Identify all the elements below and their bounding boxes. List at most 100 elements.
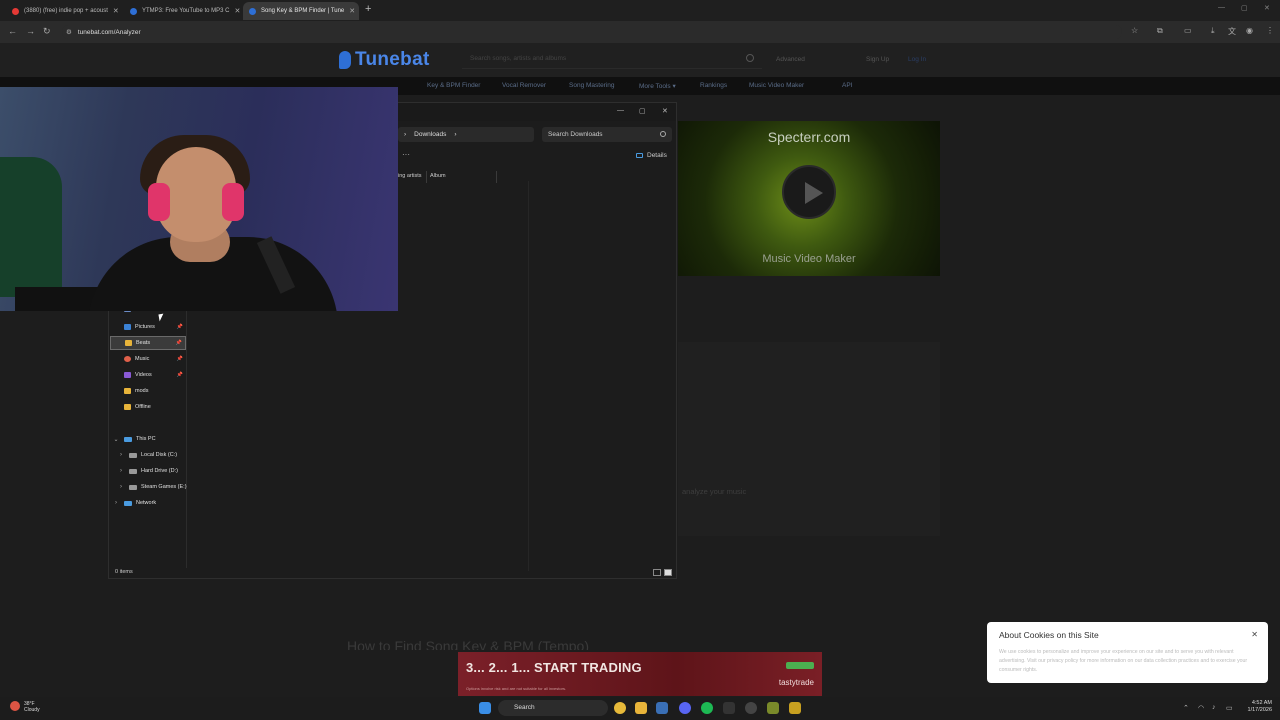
- column-divider[interactable]: [426, 171, 427, 183]
- nav-api[interactable]: API: [842, 82, 852, 89]
- extensions-icon[interactable]: ⧉: [1157, 26, 1163, 36]
- reload-icon[interactable]: ↻: [43, 26, 51, 37]
- sign-up-link[interactable]: Sign Up: [866, 56, 889, 63]
- close-tab-icon[interactable]: ✕: [113, 7, 119, 15]
- nav-vocal-remover[interactable]: Vocal Remover: [502, 82, 546, 89]
- play-icon[interactable]: [782, 165, 836, 219]
- translate-icon[interactable]: 文: [1228, 26, 1236, 37]
- site-info-icon[interactable]: ⚙: [66, 28, 72, 36]
- menu-icon[interactable]: ⋮: [1266, 26, 1274, 35]
- breadcrumb-chevron-icon[interactable]: ›: [454, 131, 456, 138]
- tastytrade-ad[interactable]: 3... 2... 1... START TRADING Options inv…: [458, 652, 822, 696]
- chevron-right-icon[interactable]: ›: [117, 484, 125, 490]
- sidebar-item-beats[interactable]: Beats 📌: [110, 336, 186, 350]
- chevron-down-icon[interactable]: ⌄: [112, 436, 120, 443]
- ad-headline: 3... 2... 1... START TRADING: [466, 660, 642, 675]
- chrome-icon[interactable]: [614, 702, 626, 714]
- maximize-window-icon[interactable]: ▢: [1241, 4, 1248, 12]
- sidebar-item-label: Network: [136, 500, 157, 506]
- battery-icon[interactable]: ▭: [1226, 704, 1233, 712]
- chevron-right-icon[interactable]: ›: [117, 468, 125, 474]
- sidebar-item-steam-games-e[interactable]: › Steam Games (E:): [117, 480, 195, 494]
- app-icon[interactable]: [767, 702, 779, 714]
- tiles-view-icon[interactable]: [664, 569, 672, 576]
- weather-widget[interactable]: 38°F Cloudy: [10, 701, 40, 713]
- sidebar-item-label: Pictures: [135, 324, 155, 330]
- tab-youtube[interactable]: (3880) (free) indie pop + acoust ✕: [6, 2, 122, 20]
- sidebar-item-local-disk-c[interactable]: › Local Disk (C:): [117, 448, 195, 462]
- capcut-icon[interactable]: [723, 702, 735, 714]
- explorer-minimize-icon[interactable]: —: [617, 107, 624, 114]
- advanced-search-link[interactable]: Advanced: [776, 56, 805, 63]
- wifi-icon[interactable]: ◠: [1198, 704, 1204, 712]
- column-contributing-artists[interactable]: ing artists: [398, 173, 422, 179]
- sidebar-item-this-pc[interactable]: ⌄ This PC: [112, 432, 190, 446]
- nav-key-bpm-finder[interactable]: Key & BPM Finder: [427, 82, 480, 89]
- chevron-right-icon[interactable]: ›: [117, 452, 125, 458]
- profile-icon[interactable]: ◉: [1246, 26, 1253, 35]
- volume-icon[interactable]: ♪: [1212, 704, 1216, 711]
- clock-date: 1/17/2026: [1247, 707, 1272, 713]
- tab-title: (3880) (free) indie pop + acoust: [24, 8, 108, 14]
- bookmark-star-icon[interactable]: ☆: [1131, 26, 1138, 35]
- tab-ytmp3[interactable]: YTMP3: Free YouTube to MP3 C ✕: [124, 2, 240, 20]
- taskbar-clock[interactable]: 4:52 AM 1/17/2026: [1248, 700, 1272, 714]
- tunebat-logo[interactable]: Tunebat: [339, 49, 430, 71]
- back-icon[interactable]: ←: [8, 26, 17, 36]
- vscode-icon[interactable]: [656, 702, 668, 714]
- file-dropzone[interactable]: [678, 342, 940, 536]
- sidebar-item-music[interactable]: Music 📌: [110, 352, 186, 366]
- address-bar[interactable]: ⚙ tunebat.com/Analyzer: [62, 25, 1122, 39]
- site-search-input[interactable]: Search songs, artists and albums: [462, 51, 762, 69]
- dropzone-text: analyze your music: [682, 487, 747, 496]
- search-icon: [660, 131, 666, 137]
- weather-icon: [10, 701, 20, 711]
- file-explorer-icon[interactable]: [635, 702, 647, 714]
- sidebar-item-mods[interactable]: mods: [110, 384, 186, 398]
- download-icon[interactable]: ⤓: [1211, 26, 1215, 36]
- close-window-icon[interactable]: ✕: [1264, 4, 1270, 12]
- details-view-icon[interactable]: [653, 569, 661, 576]
- music-icon: [124, 356, 131, 362]
- explorer-close-icon[interactable]: ✕: [662, 107, 668, 115]
- obs-icon[interactable]: [745, 702, 757, 714]
- explorer-address-bar[interactable]: › Downloads ›: [398, 127, 534, 142]
- sidebar-item-pictures[interactable]: Pictures 📌: [110, 320, 186, 334]
- sidebar-item-network[interactable]: › Network: [112, 496, 190, 510]
- start-icon[interactable]: [479, 702, 491, 714]
- sidepanel-icon[interactable]: ▭: [1184, 26, 1192, 35]
- explorer-maximize-icon[interactable]: ▢: [639, 107, 646, 115]
- taskbar-search[interactable]: Search: [498, 700, 608, 716]
- nav-song-mastering[interactable]: Song Mastering: [569, 82, 615, 89]
- pictures-icon: [124, 324, 131, 330]
- log-in-link[interactable]: Log In: [908, 56, 926, 63]
- app-icon[interactable]: [789, 702, 801, 714]
- more-options-icon[interactable]: ···: [402, 150, 410, 159]
- discord-icon[interactable]: [679, 702, 691, 714]
- search-icon[interactable]: [746, 54, 754, 62]
- spotify-icon[interactable]: [701, 702, 713, 714]
- chevron-right-icon[interactable]: ›: [112, 500, 120, 506]
- tray-overflow-icon[interactable]: ⌃: [1183, 704, 1189, 712]
- column-divider[interactable]: [496, 171, 497, 183]
- nav-music-video-maker[interactable]: Music Video Maker: [749, 82, 804, 89]
- headphones-icon: [222, 183, 244, 221]
- new-tab-icon[interactable]: +: [365, 3, 371, 15]
- close-icon[interactable]: ✕: [1251, 630, 1258, 639]
- sidebar-item-hard-drive-d[interactable]: › Hard Drive (D:): [117, 464, 195, 478]
- nav-more-tools[interactable]: More Tools ▾: [639, 82, 676, 90]
- sidebar-item-videos[interactable]: Videos 📌: [110, 368, 186, 382]
- sidebar-item-label: Offline: [135, 404, 151, 410]
- sidebar-item-offline[interactable]: Offline: [110, 400, 186, 414]
- explorer-search-input[interactable]: Search Downloads: [542, 127, 672, 142]
- details-pane-button[interactable]: Details: [636, 152, 667, 159]
- close-tab-icon[interactable]: ✕: [349, 7, 355, 15]
- specterr-ad[interactable]: Specterr.com Music Video Maker: [678, 121, 940, 276]
- nav-rankings[interactable]: Rankings: [700, 82, 727, 89]
- column-album[interactable]: Album: [430, 173, 446, 179]
- tab-tunebat[interactable]: Song Key & BPM Finder | Tune ✕: [243, 2, 359, 20]
- forward-icon[interactable]: →: [26, 26, 35, 36]
- minimize-window-icon[interactable]: —: [1218, 4, 1225, 11]
- breadcrumb-downloads[interactable]: Downloads: [414, 131, 446, 138]
- close-tab-icon[interactable]: ✕: [235, 7, 241, 15]
